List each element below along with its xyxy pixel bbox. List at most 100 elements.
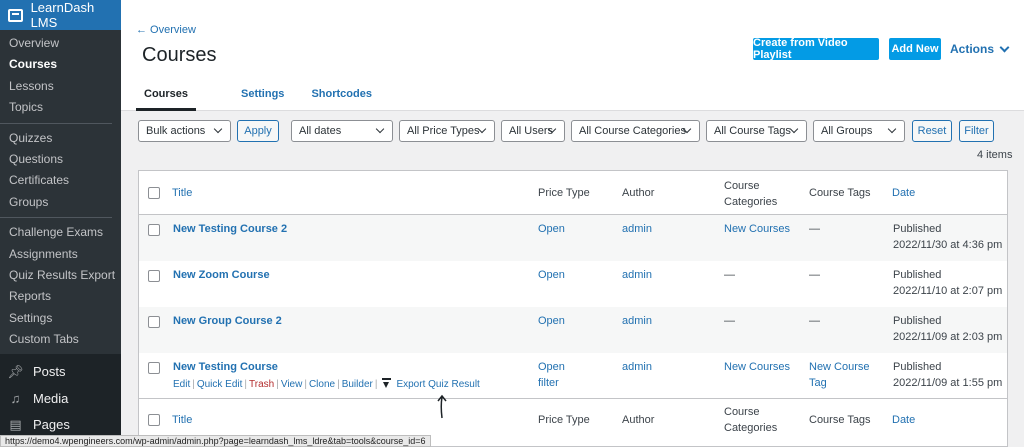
column-categories-footer-line1: Course: [724, 406, 760, 418]
publish-date: 2022/11/09 at 2:03 pm: [893, 331, 1003, 343]
chevron-down-icon: [999, 42, 1010, 52]
tag-line2: Tag: [809, 377, 827, 389]
sidebar-item-posts[interactable]: 📌︎ Posts: [0, 358, 121, 385]
page-header: ← Overview Courses Create from Video Pla…: [121, 0, 1024, 111]
sidebar-item-topics[interactable]: Topics: [0, 97, 121, 118]
row-checkbox[interactable]: [148, 362, 160, 374]
sidebar-brand-label: LearnDash LMS: [30, 0, 95, 30]
sidebar-item-overview[interactable]: Overview: [0, 33, 121, 54]
price-type-link[interactable]: Open: [538, 313, 565, 329]
author-link[interactable]: admin: [622, 267, 652, 283]
page-title: Courses: [142, 44, 217, 66]
download-icon: [382, 378, 392, 388]
select-all-checkbox-footer[interactable]: [148, 414, 160, 426]
column-categories-footer: Course Categories: [724, 404, 777, 436]
course-category-filter-select[interactable]: All Course Categories: [571, 120, 700, 142]
view-link[interactable]: View: [281, 379, 303, 390]
sidebar-item-challenge-exams[interactable]: Challenge Exams: [0, 222, 121, 243]
price-type-link[interactable]: Open: [538, 267, 565, 283]
tag-link[interactable]: New Course Tag: [809, 359, 870, 391]
date-filter-select[interactable]: All dates: [291, 120, 393, 142]
course-title-link[interactable]: New Testing Course 2: [173, 221, 287, 237]
tab-shortcodes[interactable]: Shortcodes: [311, 88, 372, 111]
reset-button[interactable]: Reset: [912, 120, 952, 142]
date-cell: Published 2022/11/09 at 1:55 pm: [893, 359, 1002, 391]
table-header-row: Title Price Type Author Course Categorie…: [139, 171, 1007, 215]
sidebar-item-settings[interactable]: Settings: [0, 308, 121, 329]
tags-value: —: [809, 315, 820, 327]
publish-status: Published: [893, 223, 942, 235]
sidebar-item-quiz-results-export[interactable]: Quiz Results Export: [0, 265, 121, 286]
quick-edit-link[interactable]: Quick Edit: [197, 379, 243, 390]
sidebar-item-certificates[interactable]: Certificates: [0, 170, 121, 191]
category-link[interactable]: New Courses: [724, 359, 790, 375]
tab-settings[interactable]: Settings: [241, 88, 284, 111]
publish-status: Published: [893, 315, 942, 327]
sidebar-item-assignments[interactable]: Assignments: [0, 244, 121, 265]
course-title-link[interactable]: New Zoom Course: [173, 267, 270, 283]
trash-link[interactable]: Trash: [249, 379, 274, 390]
bulk-actions-select[interactable]: Bulk actions: [138, 120, 231, 142]
row-checkbox[interactable]: [148, 270, 160, 282]
sidebar-item-label: Posts: [33, 364, 66, 380]
sidebar-item-courses[interactable]: Courses: [0, 54, 121, 75]
table-row: New Zoom Course Open admin — — Published…: [139, 261, 1007, 307]
row-checkbox[interactable]: [148, 316, 160, 328]
sidebar-item-pages[interactable]: ▤ Pages: [0, 411, 121, 438]
apply-button[interactable]: Apply: [237, 120, 279, 142]
sidebar-item-custom-tabs[interactable]: Custom Tabs: [0, 329, 121, 350]
price-type-filter-select[interactable]: All Price Types: [399, 120, 495, 142]
select-all-checkbox[interactable]: [148, 187, 160, 199]
group-filter-select[interactable]: All Groups: [813, 120, 905, 142]
table-row: New Group Course 2 Open admin — — Publis…: [139, 307, 1007, 353]
price-type-link[interactable]: Open filter: [538, 359, 565, 391]
sidebar-item-quizzes[interactable]: Quizzes: [0, 128, 121, 149]
create-from-video-playlist-button[interactable]: Create from Video Playlist: [753, 37, 879, 61]
sidebar-divider: [0, 122, 112, 124]
sidebar-item-reports[interactable]: Reports: [0, 286, 121, 307]
author-link[interactable]: admin: [622, 221, 652, 237]
category-value: —: [724, 269, 735, 281]
back-to-overview-link[interactable]: ← Overview: [136, 24, 196, 36]
learndash-submenu: Overview Courses Lessons Topics Quizzes …: [0, 30, 121, 355]
sidebar-brand-learndash[interactable]: LearnDash LMS: [0, 0, 121, 30]
column-title-header[interactable]: Title: [172, 185, 192, 201]
sidebar-item-lessons[interactable]: Lessons: [0, 76, 121, 97]
column-categories-footer-line2: Categories: [724, 422, 778, 434]
course-title-link[interactable]: New Testing Course: [173, 359, 278, 375]
user-filter-select[interactable]: All Users: [501, 120, 565, 142]
column-title-footer[interactable]: Title: [172, 412, 192, 428]
category-link[interactable]: New Courses: [724, 221, 790, 237]
add-new-button[interactable]: Add New: [889, 38, 941, 60]
sidebar-item-media[interactable]: ♫ Media: [0, 385, 121, 412]
clone-link[interactable]: Clone: [309, 379, 335, 390]
column-categories-header-line2: Categories: [724, 196, 778, 208]
filter-bar: Bulk actions Apply All dates All Price T…: [138, 120, 1001, 142]
date-cell: Published 2022/11/30 at 4:36 pm: [893, 221, 1002, 253]
column-date-footer[interactable]: Date: [892, 412, 915, 428]
row-checkbox[interactable]: [148, 224, 160, 236]
date-cell: Published 2022/11/10 at 2:07 pm: [893, 267, 1002, 299]
courses-table: Title Price Type Author Course Categorie…: [138, 170, 1008, 447]
course-title-link[interactable]: New Group Course 2: [173, 313, 282, 329]
author-link[interactable]: admin: [622, 359, 652, 375]
tab-courses[interactable]: Courses: [136, 88, 197, 111]
category-value: —: [724, 315, 735, 327]
table-row: New Testing Course Edit | Quick Edit | Trash…: [139, 353, 1007, 419]
edit-link[interactable]: Edit: [173, 379, 190, 390]
builder-link[interactable]: Builder: [342, 379, 373, 390]
sidebar-item-groups[interactable]: Groups: [0, 192, 121, 213]
price-type-link[interactable]: Open: [538, 221, 565, 237]
header-tabs: Courses Settings Shortcodes: [136, 88, 399, 111]
tags-value: —: [809, 223, 820, 235]
filter-button[interactable]: Filter: [959, 120, 994, 142]
author-link[interactable]: admin: [622, 313, 652, 329]
course-tag-filter-select[interactable]: All Course Tags: [706, 120, 807, 142]
sidebar-item-questions[interactable]: Questions: [0, 149, 121, 170]
actions-dropdown[interactable]: Actions: [950, 42, 1010, 56]
export-quiz-result-link[interactable]: Export Quiz Result: [396, 379, 479, 390]
column-date-header[interactable]: Date: [892, 185, 915, 201]
browser-status-url: https://demo4.wpengineers.com/wp-admin/a…: [0, 435, 431, 447]
row-actions: Edit | Quick Edit | Trash | View | Clone | Builder…: [173, 378, 480, 390]
item-count: 4 items: [977, 149, 1013, 161]
